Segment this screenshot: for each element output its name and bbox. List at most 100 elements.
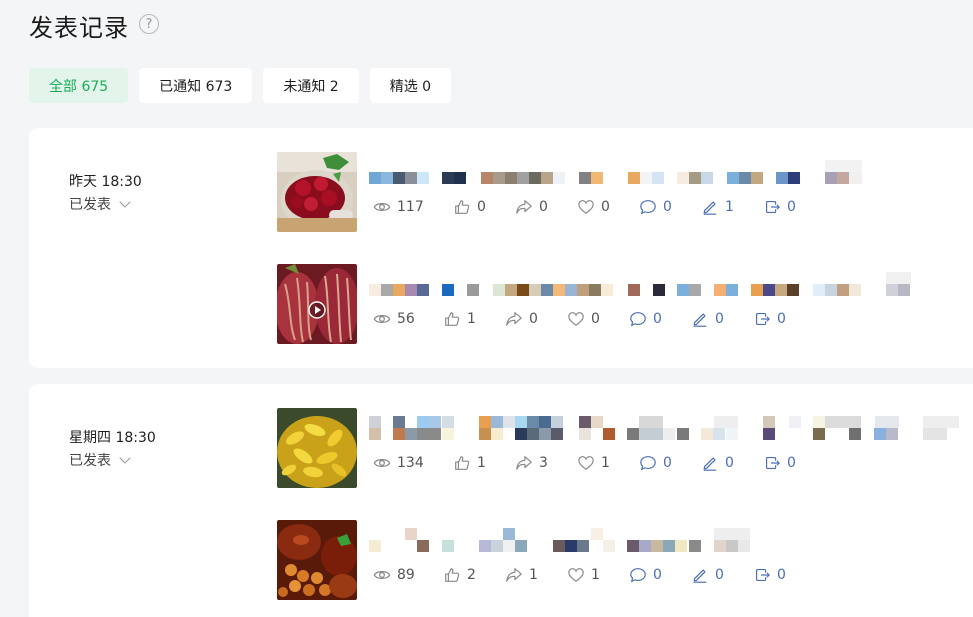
stat-comments: 0 bbox=[629, 310, 691, 328]
views-count: 117 bbox=[397, 199, 424, 215]
share-icon bbox=[506, 312, 522, 326]
stat-favorites: 1 bbox=[577, 454, 639, 472]
stat-shares: 1 bbox=[505, 566, 567, 584]
views-count: 56 bbox=[397, 311, 415, 327]
post-title-blurred[interactable] bbox=[369, 528, 969, 562]
stat-favorites: 1 bbox=[567, 566, 629, 584]
eye-icon bbox=[373, 314, 391, 324]
stat-views: 134 bbox=[373, 454, 453, 472]
post-stats: 89 2 1 1 0 0 0 bbox=[373, 566, 815, 584]
stat-favorites: 0 bbox=[567, 310, 629, 328]
favorites-count: 0 bbox=[601, 199, 610, 215]
pen-icon bbox=[693, 569, 707, 583]
eye-icon bbox=[373, 202, 391, 212]
comments-count: 0 bbox=[653, 311, 662, 327]
stat-likes: 0 bbox=[453, 198, 515, 216]
stat-shares: 0 bbox=[515, 198, 577, 216]
post-title-blurred[interactable] bbox=[369, 416, 969, 450]
stat-edits: 0 bbox=[701, 454, 763, 472]
pen-icon bbox=[693, 313, 707, 327]
thumbs-up-icon bbox=[445, 312, 460, 326]
chevron-down-icon bbox=[119, 195, 131, 208]
eye-icon bbox=[373, 458, 391, 468]
edits-count: 0 bbox=[715, 311, 724, 327]
stat-edits: 1 bbox=[701, 198, 763, 216]
pen-icon bbox=[703, 457, 717, 471]
stat-favorites: 0 bbox=[577, 198, 639, 216]
likes-count: 2 bbox=[467, 567, 476, 583]
stat-views: 89 bbox=[373, 566, 443, 584]
tab-not-notified[interactable]: 未通知 2 bbox=[263, 68, 359, 103]
favorites-count: 1 bbox=[591, 567, 600, 583]
thumbs-up-icon bbox=[455, 456, 470, 470]
stat-exports: 0 bbox=[753, 310, 815, 328]
post-stats: 117 0 0 0 0 1 0 bbox=[373, 198, 825, 216]
stat-likes: 1 bbox=[443, 310, 505, 328]
stat-views: 117 bbox=[373, 198, 453, 216]
post-title-blurred[interactable] bbox=[369, 160, 969, 194]
post-item[interactable]: 134 1 3 1 0 0 0 bbox=[277, 408, 973, 488]
comment-icon bbox=[640, 200, 656, 215]
stat-views: 56 bbox=[373, 310, 443, 328]
status-dropdown[interactable]: 已发表 bbox=[69, 450, 131, 470]
heart-icon bbox=[568, 568, 584, 583]
post-item[interactable]: 117 0 0 0 0 1 0 bbox=[277, 152, 973, 232]
comment-icon bbox=[640, 456, 656, 471]
edits-count: 0 bbox=[725, 455, 734, 471]
tab-notified[interactable]: 已通知 673 bbox=[139, 68, 253, 103]
share-icon bbox=[516, 200, 532, 214]
comments-count: 0 bbox=[663, 455, 672, 471]
post-title-blurred[interactable] bbox=[369, 272, 969, 306]
exports-count: 0 bbox=[777, 567, 786, 583]
likes-count: 0 bbox=[477, 199, 486, 215]
post-stats: 134 1 3 1 0 0 0 bbox=[373, 454, 825, 472]
help-icon[interactable]: ? bbox=[139, 14, 159, 34]
stat-edits: 0 bbox=[691, 310, 753, 328]
export-icon bbox=[756, 313, 770, 325]
likes-count: 1 bbox=[477, 455, 486, 471]
export-icon bbox=[766, 457, 780, 469]
stat-exports: 0 bbox=[753, 566, 815, 584]
favorites-count: 0 bbox=[591, 311, 600, 327]
exports-count: 0 bbox=[777, 311, 786, 327]
stat-likes: 2 bbox=[443, 566, 505, 584]
post-thumbnail[interactable] bbox=[277, 408, 357, 488]
group-date: 昨天 18:30 bbox=[69, 174, 142, 190]
export-icon bbox=[766, 201, 780, 213]
comment-icon bbox=[630, 568, 646, 583]
heart-icon bbox=[578, 200, 594, 215]
stat-comments: 0 bbox=[639, 454, 701, 472]
chevron-down-icon bbox=[119, 451, 131, 464]
views-count: 134 bbox=[397, 455, 424, 471]
post-thumbnail[interactable] bbox=[277, 520, 357, 600]
stat-shares: 0 bbox=[505, 310, 567, 328]
stat-edits: 0 bbox=[691, 566, 753, 584]
share-icon bbox=[506, 568, 522, 582]
exports-count: 0 bbox=[787, 199, 796, 215]
pen-icon bbox=[703, 201, 717, 215]
post-group-card: 星期四 18:30 已发表 134 1 3 1 0 0 0 89 2 1 1 0… bbox=[29, 384, 973, 617]
status-dropdown[interactable]: 已发表 bbox=[69, 194, 131, 214]
comments-count: 0 bbox=[653, 567, 662, 583]
post-thumbnail[interactable] bbox=[277, 264, 357, 344]
shares-count: 0 bbox=[529, 311, 538, 327]
post-thumbnail[interactable] bbox=[277, 152, 357, 232]
status-label: 已发表 bbox=[69, 197, 111, 213]
stat-comments: 0 bbox=[629, 566, 691, 584]
stat-exports: 0 bbox=[763, 198, 825, 216]
thumbs-up-icon bbox=[455, 200, 470, 214]
stat-shares: 3 bbox=[515, 454, 577, 472]
edits-count: 0 bbox=[715, 567, 724, 583]
filter-tabs: 全部 675 已通知 673 未通知 2 精选 0 bbox=[29, 68, 452, 103]
shares-count: 0 bbox=[539, 199, 548, 215]
stat-comments: 0 bbox=[639, 198, 701, 216]
post-item[interactable]: 89 2 1 1 0 0 0 bbox=[277, 520, 973, 600]
tab-all[interactable]: 全部 675 bbox=[29, 68, 129, 103]
export-icon bbox=[756, 569, 770, 581]
heart-icon bbox=[578, 456, 594, 471]
edits-count: 1 bbox=[725, 199, 734, 215]
tab-featured[interactable]: 精选 0 bbox=[369, 68, 452, 103]
post-item[interactable]: 56 1 0 0 0 0 0 bbox=[277, 264, 973, 344]
likes-count: 1 bbox=[467, 311, 476, 327]
stat-exports: 0 bbox=[763, 454, 825, 472]
